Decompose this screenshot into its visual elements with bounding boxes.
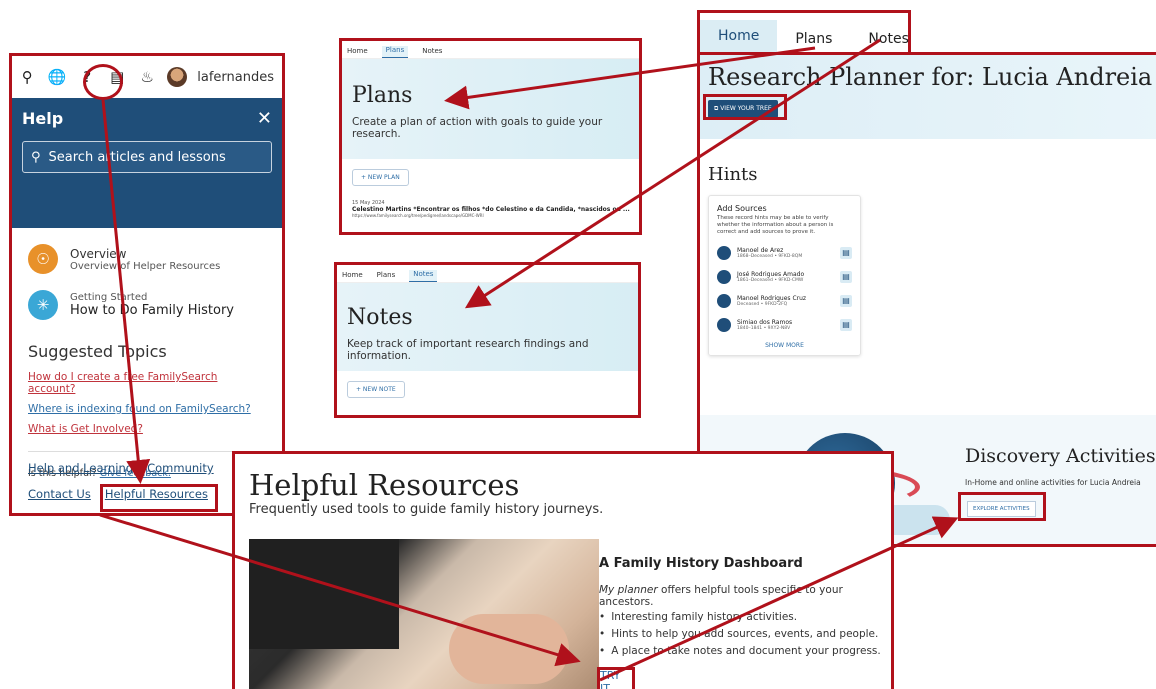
record-hint-icon[interactable]: ▤ bbox=[840, 271, 852, 284]
notes-hero: Notes Keep track of important research f… bbox=[337, 283, 638, 371]
lightbulb-icon: ✳ bbox=[28, 290, 58, 320]
community-link[interactable]: Community bbox=[147, 461, 214, 475]
dashboard-title: A Family History Dashboard bbox=[599, 556, 803, 571]
list-item: Hints to help you add sources, events, a… bbox=[599, 626, 881, 643]
globe-icon[interactable]: 🌐 bbox=[47, 67, 67, 87]
person-sub: Deceased • 9FKD-2FQ bbox=[737, 302, 788, 308]
new-plan-button[interactable]: + NEW PLAN bbox=[352, 169, 409, 186]
tab-home[interactable]: Home bbox=[347, 47, 368, 58]
discovery-subtitle: In-Home and online activities for Lucia … bbox=[965, 478, 1141, 487]
tab-plans[interactable]: Plans bbox=[377, 271, 396, 282]
plan-url: https://www.familysearch.org/tree/pedigr… bbox=[352, 213, 484, 218]
plans-hero: Plans Create a plan of action with goals… bbox=[342, 59, 639, 159]
hint-person[interactable]: Manoel Rodrigues Cruz Deceased • 9FKD-2FQ… bbox=[717, 294, 852, 309]
help-item-subtitle: Overview of Helper Resources bbox=[70, 260, 221, 272]
person-icon bbox=[717, 246, 731, 261]
explore-activities-highlight bbox=[958, 492, 1046, 521]
help-learning-link[interactable]: Help and Learning bbox=[28, 461, 133, 475]
dashboard-intro: My planner offers helpful tools specific… bbox=[599, 584, 891, 608]
show-more-link[interactable]: SHOW MORE bbox=[717, 342, 852, 349]
view-tree-highlight bbox=[703, 94, 787, 120]
location-pin-icon[interactable]: ⚲ bbox=[17, 67, 37, 87]
hints-title: Hints bbox=[708, 164, 758, 185]
dashboard-list: Interesting family history activities. H… bbox=[599, 609, 881, 660]
hints-card-title: Add Sources bbox=[717, 204, 767, 213]
laptop-photo bbox=[249, 539, 599, 689]
hints-card-desc: These record hints may be able to verify… bbox=[717, 215, 834, 236]
username[interactable]: lafernandes bbox=[197, 70, 274, 85]
suggested-link-account[interactable]: How do I create a free FamilySearch acco… bbox=[12, 367, 282, 399]
tab-notes[interactable]: Notes bbox=[409, 270, 438, 282]
tab-home[interactable]: Home bbox=[342, 271, 363, 282]
help-item-subtitle: How to Do Family History bbox=[70, 303, 234, 318]
plans-title: Plans bbox=[352, 83, 413, 108]
help-panel: ⚲ 🌐 ? ▤ ♨ lafernandes Help ✕ ⚲ Search ar… bbox=[9, 53, 285, 516]
person-icon bbox=[717, 270, 731, 285]
help-search-input[interactable]: ⚲ Search articles and lessons bbox=[22, 141, 272, 173]
screenshot-canvas: ⚲ 🌐 ? ▤ ♨ lafernandes Help ✕ ⚲ Search ar… bbox=[0, 0, 1156, 689]
compass-icon: ☉ bbox=[28, 244, 58, 274]
close-icon[interactable]: ✕ bbox=[257, 108, 272, 129]
hint-person[interactable]: José Rodrigues Amado 1861–Deceased • 9FKD… bbox=[717, 270, 852, 285]
resources-subtitle: Frequently used tools to guide family hi… bbox=[249, 502, 604, 517]
helpful-resources-panel: Helpful Resources Frequently used tools … bbox=[232, 451, 894, 689]
contact-link[interactable]: Contact Us bbox=[28, 487, 91, 501]
help-icon-highlight bbox=[83, 64, 123, 100]
avatar[interactable] bbox=[167, 67, 188, 87]
record-hint-icon[interactable]: ▤ bbox=[840, 247, 852, 260]
suggested-link-get-involved[interactable]: What is Get Involved? bbox=[12, 419, 282, 439]
person-sub: 1861–Deceased • 9FKD-CMW bbox=[737, 278, 804, 284]
resources-title: Helpful Resources bbox=[249, 468, 520, 502]
help-item-title: Overview bbox=[70, 246, 127, 261]
plans-description: Create a plan of action with goals to gu… bbox=[352, 116, 603, 140]
tab-plans[interactable]: Plans bbox=[381, 46, 409, 58]
help-title: Help bbox=[22, 108, 64, 128]
bell-icon[interactable]: ♨ bbox=[137, 67, 157, 87]
list-item: Interesting family history activities. bbox=[599, 609, 881, 626]
planner-tabs: Home Plans Notes bbox=[697, 10, 911, 55]
list-item: A place to take notes and document your … bbox=[599, 643, 881, 660]
top-nav: ⚲ 🌐 ? ▤ ♨ lafernandes bbox=[12, 56, 282, 98]
notes-tabs: Home Plans Notes bbox=[337, 265, 638, 283]
person-sub: 1840–1841 • 9XY2-N8V bbox=[737, 326, 791, 332]
notes-description: Keep track of important research finding… bbox=[347, 338, 589, 362]
suggested-link-indexing[interactable]: Where is indexing found on FamilySearch? bbox=[12, 399, 282, 419]
help-item-getting-started[interactable]: ✳ Getting Started How to Do Family Histo… bbox=[12, 282, 282, 328]
help-item-title: Getting Started bbox=[70, 292, 148, 303]
person-icon bbox=[717, 294, 731, 309]
hint-person[interactable]: Manoel de Arez 1868–Deceased • 9FKD-8QM ▤ bbox=[717, 246, 852, 261]
my-planner-emphasis: My planner bbox=[599, 584, 658, 596]
plans-tabs: Home Plans Notes bbox=[342, 41, 639, 59]
help-item-overview[interactable]: ☉ Overview Overview of Helper Resources bbox=[12, 236, 282, 282]
record-hint-icon[interactable]: ▤ bbox=[840, 295, 852, 308]
hands-typing bbox=[449, 614, 569, 684]
laptop-screen bbox=[249, 539, 399, 649]
notes-panel: Home Plans Notes Notes Keep track of imp… bbox=[334, 262, 641, 418]
record-hint-icon[interactable]: ▤ bbox=[840, 319, 852, 332]
search-icon: ⚲ bbox=[31, 149, 41, 165]
suggested-topics-title: Suggested Topics bbox=[28, 342, 167, 361]
notes-title: Notes bbox=[347, 305, 413, 330]
try-it-button[interactable]: TRY IT bbox=[597, 667, 635, 689]
tab-notes[interactable]: Notes bbox=[422, 47, 442, 58]
hint-person[interactable]: Simiao dos Ramos 1840–1841 • 9XY2-N8V ▤ bbox=[717, 318, 852, 333]
new-note-button[interactable]: + NEW NOTE bbox=[347, 381, 405, 398]
discovery-title: Discovery Activities bbox=[965, 445, 1156, 467]
hints-card: Add Sources These record hints may be ab… bbox=[708, 195, 861, 357]
planner-title: Research Planner for: Lucia Andreia bbox=[708, 63, 1153, 91]
helpful-resources-highlight bbox=[100, 484, 218, 512]
search-placeholder: Search articles and lessons bbox=[48, 149, 226, 165]
person-icon bbox=[717, 318, 731, 333]
plans-panel: Home Plans Notes Plans Create a plan of … bbox=[339, 38, 642, 235]
plan-title[interactable]: Celestino Martins *Encontrar os filhos *… bbox=[342, 206, 639, 213]
tab-home[interactable]: Home bbox=[700, 20, 778, 55]
person-sub: 1868–Deceased • 9FKD-8QM bbox=[737, 254, 803, 260]
help-header: Help ✕ ⚲ Search articles and lessons bbox=[12, 98, 282, 228]
